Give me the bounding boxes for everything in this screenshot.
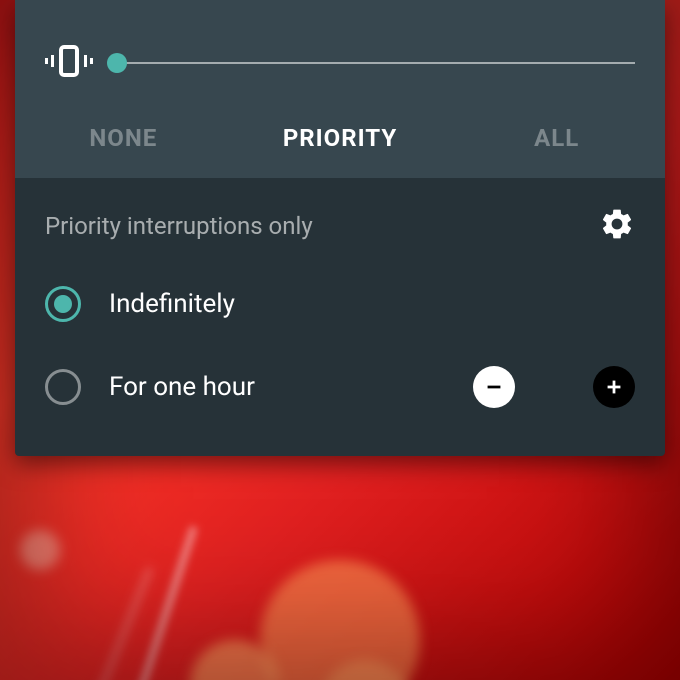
minus-icon [483,376,505,398]
mode-priority[interactable]: PRIORITY [232,124,449,152]
volume-top-section: NONE PRIORITY ALL [15,0,665,178]
radio-for-one-hour[interactable] [45,369,81,405]
volume-slider-thumb[interactable] [107,53,127,73]
mode-none[interactable]: NONE [15,124,232,152]
option-indefinitely[interactable]: Indefinitely [15,264,665,344]
interruption-mode-tabs: NONE PRIORITY ALL [15,98,665,178]
priority-section-title: Priority interruptions only [45,212,313,240]
volume-slider-row [15,28,665,98]
gear-icon[interactable] [599,206,635,246]
decrease-duration-button[interactable] [473,366,515,408]
volume-slider[interactable] [117,62,635,64]
option-indefinitely-label: Indefinitely [109,289,635,319]
mode-all[interactable]: ALL [448,124,665,152]
option-for-one-hour[interactable]: For one hour [15,344,665,430]
plus-icon [603,376,625,398]
option-for-one-hour-label: For one hour [109,372,445,402]
radio-indefinitely[interactable] [45,286,81,322]
vibrate-icon [45,37,93,89]
volume-interruptions-panel: NONE PRIORITY ALL Priority interruptions… [15,0,665,456]
priority-section-header: Priority interruptions only [15,178,665,264]
increase-duration-button[interactable] [593,366,635,408]
